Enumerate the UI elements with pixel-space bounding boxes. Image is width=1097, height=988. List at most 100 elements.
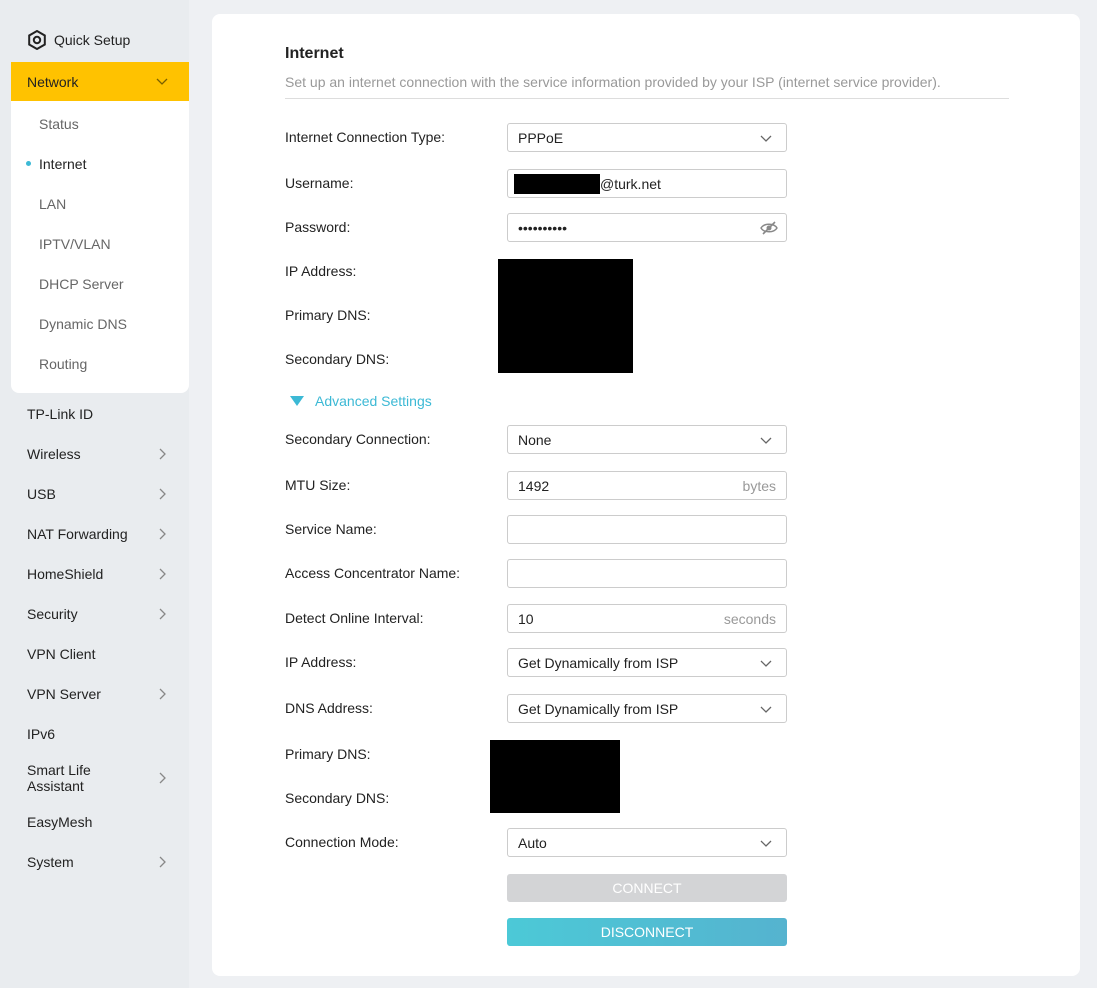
page-subtitle: Set up an internet connection with the s… bbox=[285, 74, 941, 90]
submenu-item-dhcp-server[interactable]: DHCP Server bbox=[39, 276, 124, 292]
detect-interval-unit: seconds bbox=[723, 610, 776, 627]
chevron-down-icon bbox=[760, 660, 772, 667]
sidebar-item-wireless[interactable]: Wireless bbox=[11, 434, 189, 474]
connection-type-select[interactable]: PPPoE bbox=[507, 123, 787, 152]
sidebar-item-vpn-server[interactable]: VPN Server bbox=[11, 674, 189, 714]
sidebar-item-homeshield[interactable]: HomeShield bbox=[11, 554, 189, 594]
disconnect-button[interactable]: DISCONNECT bbox=[507, 918, 787, 946]
page-title: Internet bbox=[285, 45, 344, 62]
dns-address-select[interactable]: Get Dynamically from ISP bbox=[507, 694, 787, 723]
sidebar: Quick Setup Network Status Internet LAN … bbox=[0, 0, 189, 988]
chevron-down-icon bbox=[760, 840, 772, 847]
chevron-down-icon bbox=[760, 135, 772, 142]
secondary-dns-label-2: Secondary DNS: bbox=[285, 790, 390, 806]
detect-interval-value: 10 bbox=[518, 610, 534, 627]
select-value: Auto bbox=[518, 834, 547, 851]
advanced-settings-toggle[interactable]: Advanced Settings bbox=[290, 393, 432, 409]
select-value: None bbox=[518, 431, 552, 448]
secondary-connection-select[interactable]: None bbox=[507, 425, 787, 454]
access-concentrator-input[interactable] bbox=[507, 559, 787, 588]
mtu-size-label: MTU Size: bbox=[285, 477, 351, 493]
detect-interval-input[interactable]: 10 seconds bbox=[507, 604, 787, 633]
sidebar-item-vpn-client[interactable]: VPN Client bbox=[11, 634, 189, 674]
service-name-label: Service Name: bbox=[285, 521, 377, 537]
secondary-dns-label: Secondary DNS: bbox=[285, 351, 390, 367]
chevron-down-icon bbox=[156, 78, 168, 85]
sidebar-item-label: NAT Forwarding bbox=[27, 526, 128, 542]
select-value: Get Dynamically from ISP bbox=[518, 700, 679, 717]
sidebar-item-label: Network bbox=[27, 73, 79, 90]
sidebar-item-label: Smart Life Assistant bbox=[27, 762, 91, 794]
mtu-size-input[interactable]: 1492 bytes bbox=[507, 471, 787, 500]
sidebar-item-label: VPN Client bbox=[27, 646, 96, 662]
ip-address-mode-select[interactable]: Get Dynamically from ISP bbox=[507, 648, 787, 677]
select-value: Get Dynamically from ISP bbox=[518, 654, 679, 671]
sidebar-item-easymesh[interactable]: EasyMesh bbox=[11, 802, 189, 842]
connection-mode-label: Connection Mode: bbox=[285, 834, 399, 850]
secondary-connection-label: Secondary Connection: bbox=[285, 431, 431, 447]
connection-mode-select[interactable]: Auto bbox=[507, 828, 787, 857]
sidebar-item-label: System bbox=[27, 854, 74, 870]
submenu-item-internet[interactable]: Internet bbox=[39, 156, 86, 172]
username-input[interactable]: @turk.net bbox=[507, 169, 787, 198]
primary-dns-label-2: Primary DNS: bbox=[285, 746, 371, 762]
service-name-input[interactable] bbox=[507, 515, 787, 544]
sidebar-item-label: USB bbox=[27, 486, 56, 502]
mtu-unit: bytes bbox=[742, 477, 776, 494]
chevron-right-icon bbox=[159, 448, 166, 460]
gear-icon bbox=[28, 30, 46, 50]
submenu-item-lan[interactable]: LAN bbox=[39, 196, 66, 212]
sidebar-item-usb[interactable]: USB bbox=[11, 474, 189, 514]
redacted-block bbox=[490, 740, 620, 813]
sidebar-item-quick-setup[interactable]: Quick Setup bbox=[27, 30, 130, 50]
chevron-down-icon bbox=[760, 706, 772, 713]
advanced-settings-label: Advanced Settings bbox=[315, 393, 432, 409]
password-label: Password: bbox=[285, 219, 351, 235]
sidebar-item-label: IPv6 bbox=[27, 726, 56, 742]
sidebar-item-smart-life-assistant[interactable]: Smart Life Assistant bbox=[11, 758, 189, 798]
sidebar-item-label: EasyMesh bbox=[27, 814, 93, 830]
internet-settings-panel: Internet Set up an internet connection w… bbox=[212, 14, 1080, 976]
sidebar-item-security[interactable]: Security bbox=[11, 594, 189, 634]
password-input[interactable]: •••••••••• bbox=[507, 213, 787, 242]
sidebar-item-label: Security bbox=[27, 606, 78, 622]
sidebar-item-label: HomeShield bbox=[27, 566, 104, 582]
detect-interval-label: Detect Online Interval: bbox=[285, 610, 424, 626]
eye-hidden-icon[interactable] bbox=[760, 219, 778, 237]
sidebar-item-network[interactable]: Network bbox=[11, 62, 189, 101]
sidebar-item-label: VPN Server bbox=[27, 686, 101, 702]
chevron-right-icon bbox=[159, 772, 166, 784]
sidebar-item-ipv6[interactable]: IPv6 bbox=[11, 714, 189, 754]
submenu-item-iptv-vlan[interactable]: IPTV/VLAN bbox=[39, 236, 111, 252]
active-indicator-dot bbox=[26, 161, 31, 166]
submenu-item-dynamic-dns[interactable]: Dynamic DNS bbox=[39, 316, 127, 332]
chevron-right-icon bbox=[159, 488, 166, 500]
sidebar-item-system[interactable]: System bbox=[11, 842, 189, 882]
sidebar-item-label: Quick Setup bbox=[54, 32, 131, 48]
access-concentrator-label: Access Concentrator Name: bbox=[285, 565, 461, 581]
connect-button[interactable]: CONNECT bbox=[507, 874, 787, 902]
chevron-right-icon bbox=[159, 688, 166, 700]
connection-type-label: Internet Connection Type: bbox=[285, 129, 446, 145]
submenu-item-routing[interactable]: Routing bbox=[39, 356, 87, 372]
select-value: PPPoE bbox=[518, 129, 564, 146]
dns-address-label: DNS Address: bbox=[285, 700, 373, 716]
ip-address-label: IP Address: bbox=[285, 263, 357, 279]
chevron-down-icon bbox=[760, 437, 772, 444]
password-value: •••••••••• bbox=[518, 219, 568, 236]
sidebar-item-tplink-id[interactable]: TP-Link ID bbox=[11, 394, 189, 434]
sidebar-item-label: Wireless bbox=[27, 446, 81, 462]
divider bbox=[285, 98, 1009, 99]
primary-dns-label: Primary DNS: bbox=[285, 307, 371, 323]
ip-address-mode-label: IP Address: bbox=[285, 654, 357, 670]
submenu-item-status[interactable]: Status bbox=[39, 116, 79, 132]
redacted-block bbox=[498, 259, 633, 373]
redacted-block bbox=[514, 173, 600, 194]
chevron-right-icon bbox=[159, 608, 166, 620]
mtu-value: 1492 bbox=[518, 477, 550, 494]
network-submenu: Network Status Internet LAN IPTV/VLAN DH… bbox=[11, 62, 189, 393]
sidebar-item-nat-forwarding[interactable]: NAT Forwarding bbox=[11, 514, 189, 554]
username-label: Username: bbox=[285, 175, 354, 191]
username-value: @turk.net bbox=[600, 175, 661, 192]
chevron-right-icon bbox=[159, 568, 166, 580]
